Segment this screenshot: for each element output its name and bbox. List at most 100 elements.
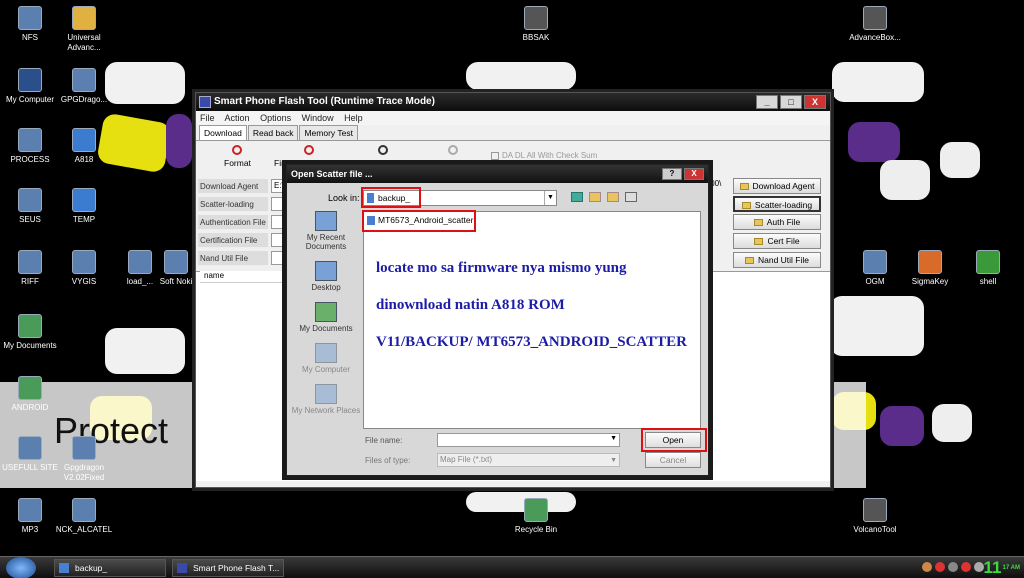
app-icon	[863, 250, 887, 274]
desktop-icon-bbsak[interactable]: BBSAK	[506, 6, 566, 43]
desktop-icon-a818[interactable]: A818	[54, 128, 114, 165]
auth-file-button[interactable]: Auth File	[733, 214, 821, 230]
chevron-down-icon[interactable]: ▼	[610, 455, 617, 467]
place-recent-documents[interactable]: My Recent Documents	[291, 211, 361, 251]
menu-help[interactable]: Help	[344, 113, 363, 123]
desktop-icon-nfs[interactable]: NFS	[0, 6, 60, 43]
menu-file[interactable]: File	[200, 113, 215, 123]
place-my-network[interactable]: My Network Places	[291, 384, 361, 415]
back-icon[interactable]	[571, 192, 583, 202]
users-icon	[18, 376, 42, 400]
place-my-documents[interactable]: My Documents	[291, 302, 361, 333]
auth-file-label: Authentication File	[198, 215, 268, 230]
cancel-button[interactable]: Cancel	[645, 452, 701, 468]
scatter-loading-button[interactable]: Scatter-loading	[733, 196, 821, 212]
open-scatter-dialog: Open Scatter file ... ? X Look in: backu…	[286, 164, 709, 476]
desktop-icon-soft-nokia[interactable]: Soft Noki	[156, 250, 196, 287]
desktop-icon-volcanotool[interactable]: VolcanoTool	[845, 498, 905, 535]
up-folder-icon[interactable]	[589, 192, 601, 202]
clock[interactable]: 1117 AM	[984, 557, 1020, 578]
file-name-input[interactable]: ▼	[437, 433, 620, 447]
desktop-icon-temp[interactable]: TEMP	[54, 188, 114, 225]
chevron-down-icon[interactable]: ▼	[610, 435, 617, 442]
desktop-icon-universal[interactable]: Universal Advanc...	[54, 6, 114, 53]
desktop-icon-advancebox[interactable]: AdvanceBox...	[845, 6, 905, 43]
wallpaper-tile	[830, 296, 924, 356]
system-tray	[922, 562, 984, 572]
desktop-icon-recycle-bin[interactable]: Recycle Bin	[506, 498, 566, 535]
maximize-button[interactable]: □	[780, 95, 802, 109]
computer-icon	[315, 343, 337, 363]
desktop-icon	[315, 261, 337, 281]
desktop-icon-shell[interactable]: shell	[958, 250, 1018, 287]
app-icon	[177, 563, 187, 573]
app-icon	[72, 498, 96, 522]
dialog-title: Open Scatter file ...	[291, 169, 373, 179]
desktop-icon-gpgdragon-fixed[interactable]: Gpgdragon V2.02Fixed	[54, 436, 114, 483]
folder-icon	[754, 238, 764, 246]
desktop-icon-my-computer[interactable]: My Computer	[0, 68, 60, 105]
download-icon	[377, 145, 388, 155]
desktop-icon-mp3[interactable]: MP3	[0, 498, 60, 535]
search-icon	[18, 436, 42, 460]
tray-icon[interactable]	[961, 562, 971, 572]
tray-icon[interactable]	[948, 562, 958, 572]
desktop-icon-seus[interactable]: SEUS	[0, 188, 60, 225]
tab-read-back[interactable]: Read back	[247, 125, 299, 140]
menu-options[interactable]: Options	[260, 113, 291, 123]
wallpaper-tile	[880, 406, 924, 446]
app-icon	[976, 250, 1000, 274]
minimize-button[interactable]: _	[756, 95, 778, 109]
checksum-option[interactable]: DA DL All With Check Sum	[491, 151, 597, 160]
desktop-icon-nck-alcatel[interactable]: NCK_ALCATEL	[54, 498, 114, 535]
documents-icon	[315, 302, 337, 322]
wallpaper-tile	[848, 122, 900, 162]
desktop-icon-riff[interactable]: RIFF	[0, 250, 60, 287]
format-button[interactable]: Format	[224, 145, 251, 168]
download-agent-button[interactable]: Download Agent	[733, 178, 821, 194]
window-titlebar[interactable]: Smart Phone Flash Tool (Runtime Trace Mo…	[196, 93, 830, 111]
tray-icon[interactable]	[935, 562, 945, 572]
stop-button[interactable]	[448, 145, 458, 158]
taskbar-item-flash-tool[interactable]: Smart Phone Flash T...	[172, 559, 284, 577]
desktop-icon-sigmakey[interactable]: SigmaKey	[900, 250, 960, 287]
close-button[interactable]: X	[804, 95, 826, 109]
tray-icon[interactable]	[922, 562, 932, 572]
wallpaper-tile	[940, 142, 980, 178]
place-my-computer[interactable]: My Computer	[291, 343, 361, 374]
app-icon	[72, 436, 96, 460]
cert-file-label: Certification File	[198, 233, 268, 248]
dialog-close-button[interactable]: X	[684, 168, 704, 180]
desktop-icon-process[interactable]: PROCESS	[0, 128, 60, 165]
new-folder-icon[interactable]	[607, 192, 619, 202]
view-menu-icon[interactable]	[625, 192, 637, 202]
tab-memory-test[interactable]: Memory Test	[299, 125, 358, 140]
app-icon	[164, 250, 188, 274]
desktop-icon-gpgdragon[interactable]: GPGDrago...	[54, 68, 114, 105]
app-icon	[18, 128, 42, 152]
desktop-icon-usefull-site[interactable]: USEFULL SITE	[0, 436, 60, 473]
menu-action[interactable]: Action	[225, 113, 250, 123]
tray-icon[interactable]	[974, 562, 984, 572]
desktop-icon-ogm[interactable]: OGM	[845, 250, 905, 287]
file-type-label: Files of type:	[365, 456, 411, 465]
desktop-icon-android[interactable]: ANDROID	[0, 376, 60, 413]
app-icon	[918, 250, 942, 274]
start-button[interactable]	[6, 557, 36, 578]
help-button[interactable]: ?	[662, 168, 682, 180]
desktop-icon-my-documents[interactable]: My Documents	[0, 314, 60, 351]
place-desktop[interactable]: Desktop	[291, 261, 361, 292]
desktop-icon-vygis[interactable]: VYGIS	[54, 250, 114, 287]
taskbar-item-backup[interactable]: backup_	[54, 559, 166, 577]
dialog-titlebar[interactable]: Open Scatter file ... ? X	[287, 165, 708, 183]
nand-util-button[interactable]: Nand Util File	[733, 252, 821, 268]
file-type-select[interactable]: Map File (*.txt) ▼	[437, 453, 620, 467]
tab-download[interactable]: Download	[199, 125, 247, 140]
folder-icon	[753, 219, 763, 227]
menu-window[interactable]: Window	[302, 113, 334, 123]
chevron-down-icon[interactable]: ▼	[544, 191, 556, 205]
cert-file-button[interactable]: Cert File	[733, 233, 821, 249]
checkbox[interactable]	[491, 151, 499, 160]
app-icon	[524, 6, 548, 30]
look-in-label: Look in:	[328, 193, 360, 203]
